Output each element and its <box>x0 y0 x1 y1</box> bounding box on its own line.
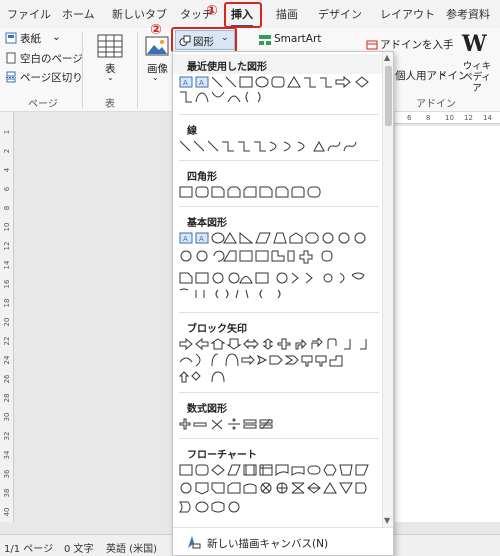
section-recent-shapes: 最近使用した図形 <box>173 54 383 74</box>
ruler-tick-label: 12 <box>3 241 11 251</box>
ruler-tick-label: 10 <box>3 222 11 232</box>
addins-group-label: アドイン <box>416 99 456 110</box>
section-equation-shapes: 数式図形 <box>173 396 383 416</box>
section-block-arrows: ブロック矢印 <box>173 316 383 336</box>
tab-home[interactable]: ホーム <box>62 6 95 22</box>
wikipedia-icon: W <box>462 31 487 57</box>
tab-references[interactable]: 参考資料 <box>446 6 490 22</box>
block-arrows-gallery[interactable] <box>178 338 388 386</box>
language-indicator[interactable]: 英語 (米国) <box>106 540 157 555</box>
get-addins-button[interactable]: アドインを入手 <box>380 37 454 52</box>
tab-file[interactable]: ファイル <box>7 6 51 22</box>
smartart-icon <box>259 35 271 45</box>
new-canvas-label: 新しい描画キャンバス(N) <box>207 538 329 550</box>
step-one-marker: ① <box>206 3 218 19</box>
ruler-tick-label: 26 <box>3 374 11 384</box>
divider <box>179 114 379 115</box>
ruler-tick-label: 32 <box>3 431 11 441</box>
tab-layout[interactable]: レイアウト <box>380 6 435 22</box>
store-icon <box>366 40 378 50</box>
shapes-button-highlight <box>171 27 237 53</box>
divider <box>179 160 379 161</box>
ruler-tick-label: 38 <box>3 488 11 498</box>
divider <box>179 438 379 439</box>
ruler-tick-label: 20 <box>3 317 11 327</box>
svg-text:A: A <box>199 235 204 243</box>
svg-text:A: A <box>199 79 204 87</box>
section-lines: 線 <box>173 118 383 138</box>
ruler-tick-label: 36 <box>3 469 11 479</box>
insert-tab-highlight <box>224 2 262 28</box>
tab-design[interactable]: デザイン <box>318 6 362 22</box>
wikipedia-button[interactable]: ウィキペディア <box>460 61 494 94</box>
new-canvas-item[interactable]: 新しい描画キャンバス(N) <box>173 527 393 555</box>
blank-page-button[interactable]: 空白のページ <box>20 51 83 66</box>
page-break-button[interactable]: ページ区切り <box>20 70 83 85</box>
word-count[interactable]: 0 文字 <box>64 540 94 555</box>
page-count[interactable]: 1/1 ページ <box>4 540 53 555</box>
ruler-tick-label: 6 <box>407 114 412 122</box>
dropdown-scrollbar[interactable]: ▲ ▼ <box>382 52 393 527</box>
chevron-down-icon: ⌄ <box>152 73 159 82</box>
ruler-tick-label: 24 <box>3 355 11 365</box>
svg-text:A: A <box>183 79 188 87</box>
ruler-tick-label: 30 <box>3 412 11 422</box>
ruler-tick-label: 40 <box>3 507 11 517</box>
divider <box>179 392 379 393</box>
blank-page-icon <box>6 52 16 64</box>
scroll-down-icon[interactable]: ▼ <box>384 516 390 525</box>
divider <box>179 312 379 313</box>
step-two-marker: ② <box>150 22 162 38</box>
shapes-dropdown: 最近使用した図形 A A 線 四角形 基本図形 A A ブロック矢印 数式図形 … <box>172 51 394 556</box>
cover-page-button[interactable]: 表紙 <box>20 31 41 46</box>
section-flowchart: フローチャート <box>173 442 383 462</box>
ruler-tick-label: 12 <box>464 114 473 122</box>
image-icon <box>145 36 169 56</box>
ruler-tick-label: 28 <box>3 393 11 403</box>
chevron-down-icon: ⌄ <box>107 73 114 82</box>
basic-shapes-gallery[interactable]: A A <box>178 232 388 300</box>
ruler-tick-label: 8 <box>3 205 11 211</box>
smartart-button[interactable]: SmartArt <box>274 33 321 45</box>
ruler-tick-label: 10 <box>445 114 454 122</box>
scroll-thumb[interactable] <box>385 66 392 126</box>
ruler-tick-label: 2 <box>3 148 11 154</box>
flowchart-gallery[interactable] <box>178 464 388 516</box>
page-break-icon <box>6 71 16 83</box>
rectangles-gallery[interactable] <box>178 186 388 200</box>
scroll-up-icon[interactable]: ▲ <box>384 53 390 62</box>
ruler-tick-label: 14 <box>483 114 492 122</box>
chevron-down-icon: ⌄ <box>52 31 61 43</box>
ruler-tick-label: 6 <box>3 186 11 192</box>
ruler-tick-label: 4 <box>3 167 11 173</box>
my-addins-button[interactable]: 個人用アドイン <box>395 68 469 83</box>
ruler-tick-label: 1 <box>3 129 11 135</box>
section-rectangles: 四角形 <box>173 164 383 184</box>
divider <box>179 206 379 207</box>
vertical-ruler: 1 2 4 6 8 10 12 14 16 18 20 22 24 26 28 30 32 34 36 38 40 <box>0 112 14 522</box>
equation-shapes-gallery[interactable] <box>178 418 388 432</box>
ruler-tick-label: 22 <box>3 336 11 346</box>
table-group-label: 表 <box>105 99 115 110</box>
ruler-tick-label: 18 <box>3 298 11 308</box>
tab-draw[interactable]: 描画 <box>276 6 298 22</box>
ruler-tick-label: 14 <box>3 260 11 270</box>
cover-page-icon <box>5 32 17 44</box>
ruler-tick-label: 16 <box>3 279 11 289</box>
ribbon-separator <box>82 32 83 108</box>
section-basic-shapes: 基本図形 <box>173 210 383 230</box>
canvas-icon <box>188 536 201 549</box>
table-icon <box>97 34 123 58</box>
ribbon-separator <box>137 32 138 108</box>
tab-new[interactable]: 新しいタブ <box>112 6 167 22</box>
recent-shapes-gallery[interactable]: A A <box>178 76 388 112</box>
svg-text:A: A <box>183 235 188 243</box>
lines-gallery[interactable] <box>178 140 388 154</box>
ruler-tick-label: 34 <box>3 450 11 460</box>
chevron-down-icon: ⌄ <box>440 68 447 77</box>
pages-group-label: ページ <box>28 99 58 110</box>
ruler-tick-label: 8 <box>426 114 431 122</box>
horizontal-ruler: 6 8 10 12 14 <box>395 112 500 124</box>
document-page[interactable] <box>395 126 500 522</box>
